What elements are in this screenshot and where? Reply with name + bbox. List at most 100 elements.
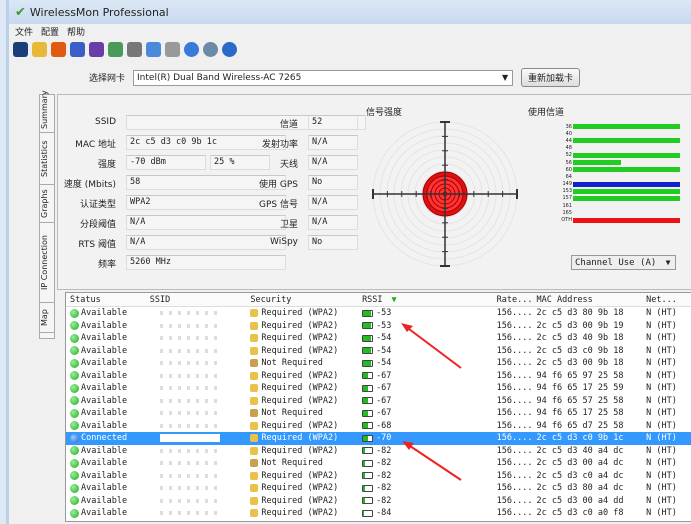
gpssig-label: GPS 信号 bbox=[259, 200, 298, 210]
status-icon bbox=[70, 446, 79, 456]
status-cell: Available bbox=[66, 445, 150, 458]
table-row[interactable]: Available Required (WPA2) -67 156.... 94… bbox=[66, 395, 691, 408]
mac-cell: 2c c5 d3 00 9b 19 bbox=[536, 320, 624, 331]
tab-graphs[interactable]: Graphs bbox=[40, 185, 54, 223]
table-row[interactable]: Available Required (WPA2) -53 156.... 2c… bbox=[66, 307, 691, 320]
reload-card-button[interactable]: 重新加载卡 bbox=[521, 68, 581, 87]
status-text: Available bbox=[81, 320, 128, 331]
security-cell: Required (WPA2) bbox=[250, 320, 362, 333]
col-security[interactable]: Security bbox=[250, 293, 362, 306]
txpower-label: 发射功率 bbox=[261, 140, 298, 150]
table-row[interactable]: Available Required (WPA2) -54 156.... 2c… bbox=[66, 345, 691, 358]
security-cell: Not Required bbox=[250, 357, 362, 370]
status-cell: Available bbox=[66, 457, 150, 470]
channel-use-select[interactable]: Channel Use (A) ▼ bbox=[571, 255, 676, 270]
channel-bar bbox=[573, 217, 680, 223]
lock-icon bbox=[250, 309, 259, 318]
mac-cell: 2c c5 d3 80 9b 18 bbox=[536, 308, 624, 318]
security-text: Required (WPA2) bbox=[261, 345, 339, 356]
net-cell: N (HT) bbox=[646, 395, 677, 406]
security-cell: Required (WPA2) bbox=[250, 307, 362, 320]
security-text: Required (WPA2) bbox=[261, 333, 339, 343]
status-icon bbox=[70, 321, 79, 331]
table-row[interactable]: Available Required (WPA2) -67 156.... 94… bbox=[66, 382, 691, 395]
status-cell: Available bbox=[66, 407, 150, 420]
clipboard-icon[interactable] bbox=[165, 42, 180, 57]
table-row[interactable]: Available Not Required -82 156.... 2c c5… bbox=[66, 457, 691, 470]
print-icon[interactable] bbox=[127, 42, 142, 57]
status-icon bbox=[70, 508, 79, 518]
channel-bar-row: 36 bbox=[554, 123, 691, 130]
adapter-select[interactable]: Intel(R) Dual Band Wireless-AC 7265 ▼ bbox=[133, 69, 514, 86]
table-row[interactable]: Available Required (WPA2) -82 156.... 2c… bbox=[66, 482, 691, 495]
status-cell: Available bbox=[66, 370, 150, 383]
menu-config[interactable]: 配置 bbox=[41, 25, 59, 39]
strength-value: -70 dBm bbox=[126, 155, 206, 170]
tab-ip-connection[interactable]: IP Connection bbox=[40, 223, 54, 303]
mac-cell: 2c c5 d3 c0 a4 dc bbox=[536, 470, 624, 481]
col-ssid[interactable]: SSID bbox=[150, 293, 251, 306]
lock-icon bbox=[250, 396, 259, 405]
web-icon[interactable] bbox=[184, 42, 199, 57]
status-icon bbox=[70, 383, 79, 393]
mac-cell: 2c c5 d3 80 a4 dc bbox=[536, 483, 624, 493]
redacted-ssid bbox=[159, 423, 220, 428]
record-icon[interactable] bbox=[51, 42, 66, 57]
menu-file[interactable]: 文件 bbox=[15, 25, 33, 39]
channel-label: 36 bbox=[565, 123, 572, 130]
table-row[interactable]: Connected Required (WPA2) -70 156.... 2c… bbox=[66, 432, 691, 445]
table-row[interactable]: Available Required (WPA2) -84 156.... 2c… bbox=[66, 507, 691, 520]
channel-label: 153 bbox=[562, 188, 572, 195]
security-text: Required (WPA2) bbox=[261, 395, 339, 406]
table-row[interactable]: Available Required (WPA2) -67 156.... 94… bbox=[66, 370, 691, 383]
redacted-ssid bbox=[159, 473, 220, 478]
auth-label: 认证类型 bbox=[79, 200, 116, 210]
status-text: Available bbox=[81, 445, 128, 456]
table-row[interactable]: Available Not Required -54 156.... 2c c5… bbox=[66, 357, 691, 370]
gps-label: 使用 GPS bbox=[259, 180, 298, 190]
security-cell: Required (WPA2) bbox=[250, 420, 362, 433]
redacted-ssid bbox=[159, 434, 220, 442]
channel-use-chart: 36 40 44 48 52 56 60 64 149 153 157 161 165 OTH bbox=[554, 123, 691, 224]
security-cell: Not Required bbox=[250, 407, 362, 420]
settings-icon[interactable] bbox=[146, 42, 161, 57]
rate-cell: 156.... bbox=[496, 408, 533, 418]
table-row[interactable]: Available Required (WPA2) -82 156.... 2c… bbox=[66, 495, 691, 508]
adapter-alt-icon[interactable] bbox=[89, 42, 104, 57]
help-icon[interactable] bbox=[222, 42, 237, 57]
open-icon[interactable] bbox=[32, 42, 47, 57]
col-net[interactable]: Net... bbox=[646, 293, 691, 306]
network-icon[interactable] bbox=[108, 42, 123, 57]
table-row[interactable]: Available Required (WPA2) -68 156.... 94… bbox=[66, 420, 691, 433]
signal-strength-title: 信号强度 bbox=[366, 108, 403, 118]
status-text: Available bbox=[81, 345, 128, 356]
ssid-cell bbox=[150, 470, 251, 483]
tab-statistics[interactable]: Statistics bbox=[40, 133, 54, 185]
ssid-cell bbox=[150, 482, 251, 495]
table-row[interactable]: Available Required (WPA2) -54 156.... 2c… bbox=[66, 332, 691, 345]
app-logo-icon: ✔ bbox=[15, 4, 26, 20]
rssi-text: -54 bbox=[376, 345, 392, 356]
rssi-text: -67 bbox=[376, 370, 392, 381]
lock-icon bbox=[250, 346, 259, 355]
table-row[interactable]: Available Required (WPA2) -53 156.... 2c… bbox=[66, 320, 691, 333]
save-icon[interactable] bbox=[13, 42, 28, 57]
col-rssi[interactable]: RSSI ▼ bbox=[362, 293, 497, 306]
tab-summary[interactable]: Summary bbox=[40, 90, 54, 133]
channel-label: 40 bbox=[565, 130, 572, 137]
channel-bar bbox=[573, 152, 680, 158]
table-row[interactable]: Available Required (WPA2) -82 156.... 2c… bbox=[66, 470, 691, 483]
menu-help[interactable]: 帮助 bbox=[67, 25, 85, 39]
col-status[interactable]: Status bbox=[66, 293, 150, 306]
rssi-text: -53 bbox=[376, 320, 392, 331]
col-mac[interactable]: MAC Address bbox=[537, 293, 647, 306]
table-row[interactable]: Available Not Required -67 156.... 94 f6… bbox=[66, 407, 691, 420]
col-rate[interactable]: Rate... bbox=[497, 293, 537, 306]
adapter-icon[interactable] bbox=[70, 42, 85, 57]
tab-map[interactable]: Map bbox=[40, 303, 54, 333]
channel-label: 信道 bbox=[279, 120, 298, 130]
update-icon[interactable] bbox=[203, 42, 218, 57]
table-row[interactable]: Available Required (WPA2) -82 156.... 2c… bbox=[66, 445, 691, 458]
lock-icon bbox=[250, 334, 259, 343]
mac-cell: 94 f6 65 d7 25 58 bbox=[536, 420, 624, 431]
